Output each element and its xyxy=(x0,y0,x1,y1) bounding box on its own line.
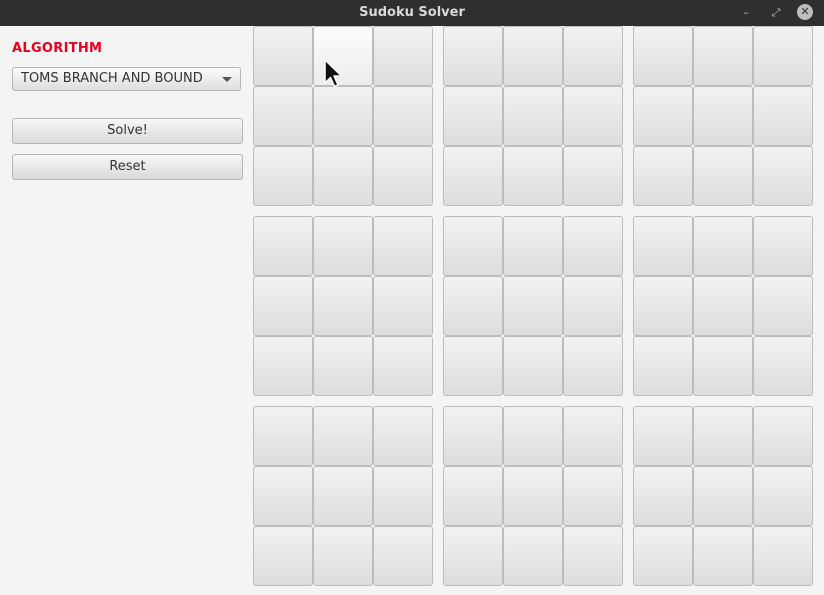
sudoku-cell-r3-c4[interactable] xyxy=(443,146,503,206)
sudoku-cell-r4-c3[interactable] xyxy=(373,216,433,276)
sudoku-cell-r6-c3[interactable] xyxy=(373,336,433,396)
sudoku-cell-r3-c2[interactable] xyxy=(313,146,373,206)
sudoku-cell-r3-c9[interactable] xyxy=(753,146,813,206)
sudoku-cell-r7-c1[interactable] xyxy=(253,406,313,466)
sudoku-cell-r5-c2[interactable] xyxy=(313,276,373,336)
chevron-down-icon xyxy=(222,77,232,82)
sudoku-cell-r7-c9[interactable] xyxy=(753,406,813,466)
sudoku-cell-r7-c2[interactable] xyxy=(313,406,373,466)
sudoku-cell-r6-c6[interactable] xyxy=(563,336,623,396)
sudoku-cell-r8-c7[interactable] xyxy=(633,466,693,526)
algorithm-selected-value: TOMS BRANCH AND BOUND xyxy=(21,71,203,86)
sudoku-cell-r8-c4[interactable] xyxy=(443,466,503,526)
sudoku-cell-r1-c6[interactable] xyxy=(563,26,623,86)
sudoku-cell-r5-c5[interactable] xyxy=(503,276,563,336)
sudoku-cell-r4-c4[interactable] xyxy=(443,216,503,276)
sudoku-cell-r3-c3[interactable] xyxy=(373,146,433,206)
window-title: Sudoku Solver xyxy=(359,5,465,20)
sudoku-cell-r2-c4[interactable] xyxy=(443,86,503,146)
sudoku-cell-r4-c1[interactable] xyxy=(253,216,313,276)
sudoku-cell-r1-c9[interactable] xyxy=(753,26,813,86)
sudoku-cell-r9-c9[interactable] xyxy=(753,526,813,586)
algorithm-label: ALGORITHM xyxy=(12,41,103,56)
sudoku-cell-r8-c2[interactable] xyxy=(313,466,373,526)
sudoku-cell-r2-c5[interactable] xyxy=(503,86,563,146)
sudoku-cell-r9-c8[interactable] xyxy=(693,526,753,586)
sudoku-cell-r6-c9[interactable] xyxy=(753,336,813,396)
sudoku-cell-r8-c5[interactable] xyxy=(503,466,563,526)
sudoku-cell-r5-c8[interactable] xyxy=(693,276,753,336)
sudoku-cell-r9-c5[interactable] xyxy=(503,526,563,586)
sudoku-cell-r1-c2[interactable] xyxy=(313,26,373,86)
sudoku-cell-r5-c6[interactable] xyxy=(563,276,623,336)
reset-button[interactable]: Reset xyxy=(12,154,243,180)
title-bar[interactable]: Sudoku Solver – ⤢ ✕ xyxy=(0,0,824,26)
sudoku-cell-r9-c2[interactable] xyxy=(313,526,373,586)
sudoku-cell-r1-c5[interactable] xyxy=(503,26,563,86)
maximize-icon[interactable]: ⤢ xyxy=(768,5,784,21)
sudoku-cell-r5-c1[interactable] xyxy=(253,276,313,336)
sudoku-cell-r8-c1[interactable] xyxy=(253,466,313,526)
sudoku-cell-r9-c6[interactable] xyxy=(563,526,623,586)
sudoku-cell-r8-c6[interactable] xyxy=(563,466,623,526)
sudoku-cell-r9-c4[interactable] xyxy=(443,526,503,586)
algorithm-dropdown[interactable]: TOMS BRANCH AND BOUND xyxy=(12,67,241,91)
sudoku-cell-r1-c3[interactable] xyxy=(373,26,433,86)
sudoku-cell-r7-c3[interactable] xyxy=(373,406,433,466)
sudoku-cell-r4-c2[interactable] xyxy=(313,216,373,276)
sudoku-cell-r2-c1[interactable] xyxy=(253,86,313,146)
sudoku-cell-r3-c5[interactable] xyxy=(503,146,563,206)
sudoku-cell-r5-c3[interactable] xyxy=(373,276,433,336)
sudoku-cell-r4-c6[interactable] xyxy=(563,216,623,276)
sudoku-cell-r6-c7[interactable] xyxy=(633,336,693,396)
sudoku-cell-r4-c8[interactable] xyxy=(693,216,753,276)
sudoku-cell-r2-c6[interactable] xyxy=(563,86,623,146)
sudoku-cell-r2-c7[interactable] xyxy=(633,86,693,146)
sudoku-cell-r1-c1[interactable] xyxy=(253,26,313,86)
sudoku-cell-r8-c9[interactable] xyxy=(753,466,813,526)
sudoku-cell-r3-c7[interactable] xyxy=(633,146,693,206)
sudoku-cell-r9-c7[interactable] xyxy=(633,526,693,586)
sudoku-cell-r8-c8[interactable] xyxy=(693,466,753,526)
sudoku-cell-r6-c2[interactable] xyxy=(313,336,373,396)
sudoku-cell-r1-c7[interactable] xyxy=(633,26,693,86)
solve-button[interactable]: Solve! xyxy=(12,118,243,144)
sudoku-cell-r1-c4[interactable] xyxy=(443,26,503,86)
sudoku-cell-r5-c7[interactable] xyxy=(633,276,693,336)
sudoku-cell-r3-c6[interactable] xyxy=(563,146,623,206)
sudoku-cell-r7-c5[interactable] xyxy=(503,406,563,466)
sudoku-cell-r4-c7[interactable] xyxy=(633,216,693,276)
control-panel: ALGORITHM TOMS BRANCH AND BOUND Solve! R… xyxy=(0,26,250,595)
sudoku-cell-r7-c7[interactable] xyxy=(633,406,693,466)
sudoku-cell-r9-c1[interactable] xyxy=(253,526,313,586)
sudoku-cell-r2-c8[interactable] xyxy=(693,86,753,146)
sudoku-cell-r5-c4[interactable] xyxy=(443,276,503,336)
sudoku-cell-r7-c6[interactable] xyxy=(563,406,623,466)
sudoku-cell-r6-c1[interactable] xyxy=(253,336,313,396)
sudoku-cell-r2-c9[interactable] xyxy=(753,86,813,146)
sudoku-cell-r8-c3[interactable] xyxy=(373,466,433,526)
sudoku-cell-r7-c4[interactable] xyxy=(443,406,503,466)
sudoku-cell-r7-c8[interactable] xyxy=(693,406,753,466)
sudoku-cell-r3-c1[interactable] xyxy=(253,146,313,206)
sudoku-cell-r5-c9[interactable] xyxy=(753,276,813,336)
sudoku-cell-r9-c3[interactable] xyxy=(373,526,433,586)
sudoku-cell-r4-c5[interactable] xyxy=(503,216,563,276)
sudoku-cell-r4-c9[interactable] xyxy=(753,216,813,276)
close-icon[interactable]: ✕ xyxy=(797,4,813,20)
sudoku-cell-r2-c2[interactable] xyxy=(313,86,373,146)
sudoku-cell-r2-c3[interactable] xyxy=(373,86,433,146)
sudoku-cell-r1-c8[interactable] xyxy=(693,26,753,86)
sudoku-cell-r6-c8[interactable] xyxy=(693,336,753,396)
minimize-icon[interactable]: – xyxy=(738,5,754,21)
sudoku-cell-r3-c8[interactable] xyxy=(693,146,753,206)
sudoku-cell-r6-c5[interactable] xyxy=(503,336,563,396)
sudoku-cell-r6-c4[interactable] xyxy=(443,336,503,396)
app-window: Sudoku Solver – ⤢ ✕ ALGORITHM TOMS BRANC… xyxy=(0,0,824,595)
